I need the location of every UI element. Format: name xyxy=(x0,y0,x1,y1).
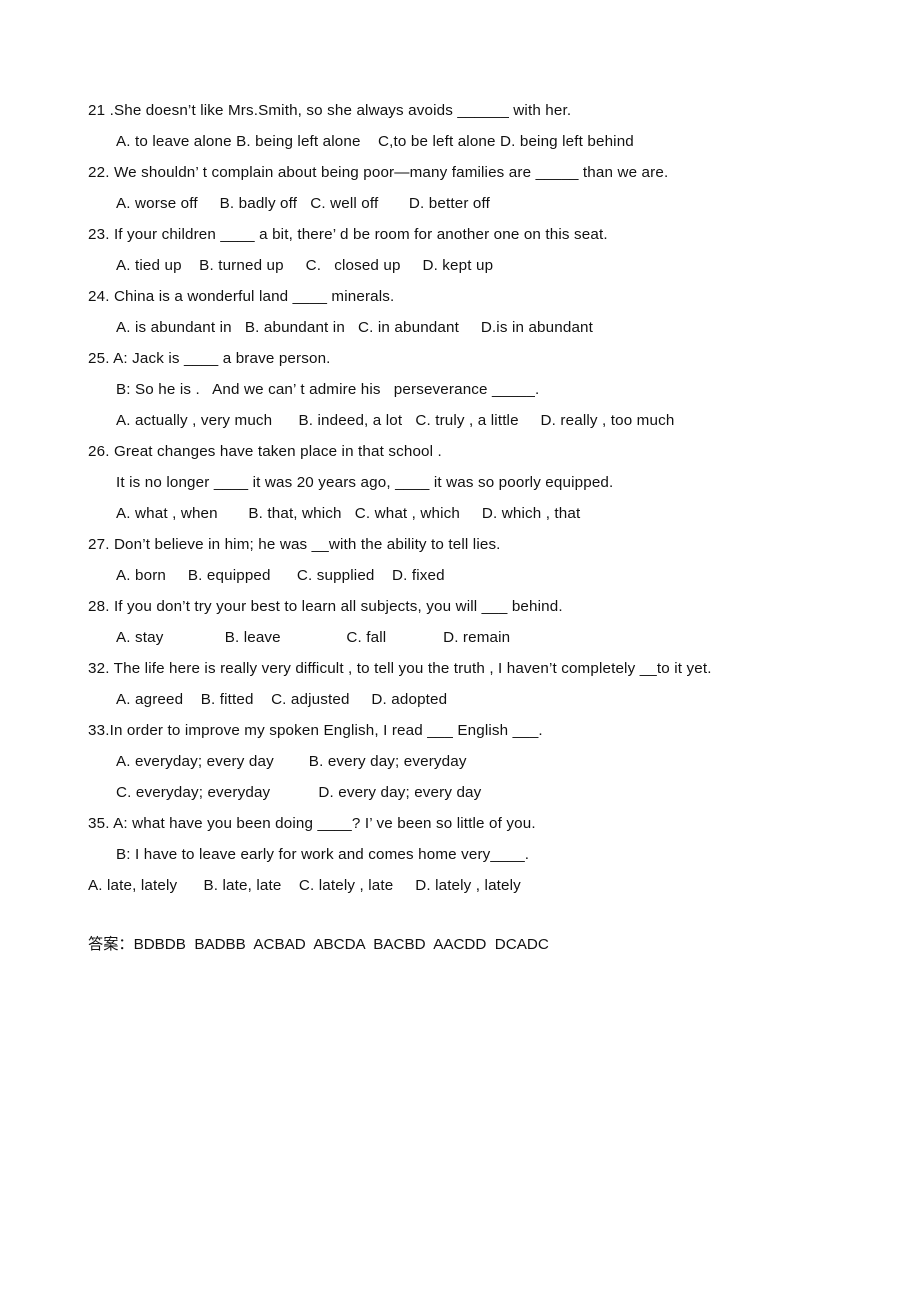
question-stem: 24. China is a wonderful land ____ miner… xyxy=(88,288,395,305)
question-extra-line: B: So he is . And we can’ t admire his p… xyxy=(116,381,540,398)
question-stem: 27. Don’t believe in him; he was __with … xyxy=(88,536,501,553)
question-stem: 28. If you don’t try your best to learn … xyxy=(88,598,563,615)
question-options: A. stay B. leave C. fall D. remain xyxy=(116,629,511,646)
question-options: A. everyday; every day B. every day; eve… xyxy=(116,753,467,770)
question-stem: 22. We shouldn’ t complain about being p… xyxy=(88,164,669,181)
question-stem: 33.In order to improve my spoken English… xyxy=(88,722,543,739)
question-stem: 32. The life here is really very difficu… xyxy=(88,660,712,677)
worksheet-body: 21 .She doesn’t like Mrs.Smith, so she a… xyxy=(88,95,828,960)
question-stem: 35. A: what have you been doing ____? I’… xyxy=(88,815,536,832)
question-options: A. is abundant in B. abundant in C. in a… xyxy=(116,319,594,336)
question-stem: 21 .She doesn’t like Mrs.Smith, so she a… xyxy=(88,102,572,119)
question-stem: 23. If your children ____ a bit, there’ … xyxy=(88,226,608,243)
question-extra-line: B: I have to leave early for work and co… xyxy=(116,846,530,863)
answer-key-block: 答案：BDBDB BADBB ACBAD ABCDA BACBD AACDD D… xyxy=(88,929,828,960)
question-stem: 25. A: Jack is ____ a brave person. xyxy=(88,350,331,367)
question-options: A. what , when B. that, which C. what , … xyxy=(116,505,581,522)
answer-key-line: 答案：BDBDB BADBB ACBAD ABCDA BACBD AACDD D… xyxy=(88,936,549,953)
question-options: A. actually , very much B. indeed, a lot… xyxy=(116,412,675,429)
question-options: A. tied up B. turned up C. closed up D. … xyxy=(116,257,494,274)
question-options: A. agreed B. fitted C. adjusted D. adopt… xyxy=(116,691,448,708)
document-page: 21 .She doesn’t like Mrs.Smith, so she a… xyxy=(0,0,920,1302)
question-options: A. to leave alone B. being left alone C,… xyxy=(116,133,634,150)
question-options: A. late, lately B. late, late C. lately … xyxy=(88,877,521,894)
question-options: A. worse off B. badly off C. well off D.… xyxy=(116,195,490,212)
question-options: A. born B. equipped C. supplied D. fixed xyxy=(116,567,445,584)
question-stem: 26. Great changes have taken place in th… xyxy=(88,443,442,460)
question-options: C. everyday; everyday D. every day; ever… xyxy=(116,784,482,801)
question-extra-line: It is no longer ____ it was 20 years ago… xyxy=(116,474,614,491)
